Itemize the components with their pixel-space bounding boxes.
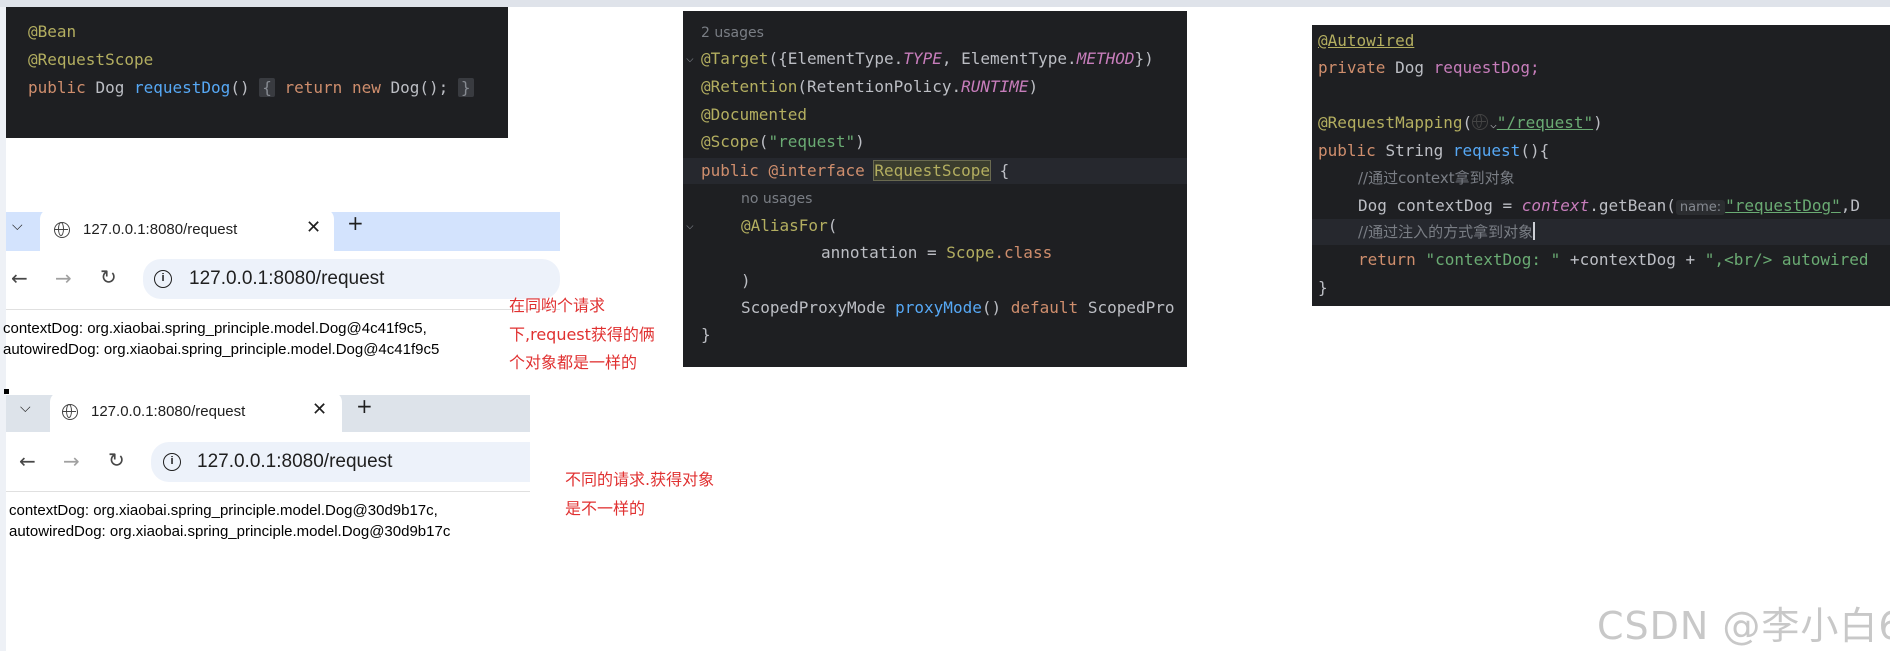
- response-line-2: autowiredDog: org.xiaobai.spring_princip…: [9, 523, 451, 540]
- marker: [4, 389, 9, 394]
- address-bar[interactable]: i 127.0.0.1:8080/request: [151, 442, 530, 482]
- fold-arrow-icon[interactable]: ⌵: [686, 218, 694, 233]
- globe-icon[interactable]: [1472, 114, 1489, 130]
- text-cursor: [1533, 222, 1536, 240]
- request-url-link[interactable]: "/request": [1497, 113, 1593, 132]
- request-dog-method[interactable]: requestDog: [134, 78, 230, 97]
- url-text[interactable]: 127.0.0.1:8080/request: [197, 451, 392, 473]
- back-icon[interactable]: ←: [11, 266, 28, 290]
- site-info-icon[interactable]: i: [163, 453, 181, 471]
- request-scope-name[interactable]: RequestScope: [873, 160, 991, 181]
- request-scope-annotation: @RequestScope: [28, 50, 154, 69]
- back-icon[interactable]: ←: [19, 449, 36, 473]
- param-name-hint: name:: [1675, 200, 1726, 215]
- new-tab-icon[interactable]: +: [356, 394, 373, 418]
- csdn-watermark: CSDN @李小白66: [1597, 604, 1890, 648]
- comment-context: //通过context拿到对象: [1358, 169, 1515, 187]
- forward-icon[interactable]: →: [63, 449, 80, 473]
- forward-icon[interactable]: →: [55, 266, 72, 290]
- no-usages-hint: no usages: [741, 191, 813, 207]
- fold-close[interactable]: }: [457, 78, 474, 97]
- controller-code-panel: @Autowired private Dog requestDog; @Requ…: [1312, 25, 1890, 306]
- reload-icon[interactable]: ↻: [108, 448, 125, 472]
- annotation-code-panel: 2 usages ⌵ @Target({ElementType.TYPE, El…: [683, 11, 1187, 367]
- new-tab-icon[interactable]: +: [347, 211, 364, 235]
- bean-annotation: @Bean: [28, 22, 77, 41]
- globe-icon: [62, 404, 78, 420]
- reload-icon[interactable]: ↻: [100, 265, 117, 289]
- tab-search-chevron-icon[interactable]: ⌵: [12, 218, 23, 234]
- browser-tab[interactable]: 127.0.0.1:8080/request ✕: [40, 209, 334, 251]
- tab-title: 127.0.0.1:8080/request: [83, 221, 238, 238]
- usages-hint[interactable]: 2 usages: [701, 23, 764, 43]
- globe-icon: [54, 222, 70, 238]
- toolbar-divider: [6, 309, 560, 310]
- toolbar-divider: [6, 491, 530, 492]
- tab-close-icon[interactable]: ✕: [312, 399, 327, 420]
- address-bar[interactable]: i 127.0.0.1:8080/request: [143, 259, 560, 299]
- fold-arrow-icon[interactable]: ⌵: [686, 51, 694, 66]
- response-line-1: contextDog: org.xiaobai.spring_principle…: [3, 320, 427, 337]
- bean-code-panel: @Bean @RequestScope public Dog requestDo…: [6, 7, 508, 138]
- fold-open[interactable]: {: [259, 78, 275, 97]
- top-border: [0, 0, 1890, 7]
- tab-search-chevron-icon[interactable]: ⌵: [20, 400, 31, 416]
- response-line-1: contextDog: org.xiaobai.spring_principle…: [9, 502, 438, 519]
- url-text[interactable]: 127.0.0.1:8080/request: [189, 268, 384, 290]
- response-line-2: autowiredDog: org.xiaobai.spring_princip…: [3, 341, 440, 358]
- comment-inject: //通过注入的方式拿到对象: [1358, 223, 1534, 241]
- bean-method-line: public Dog requestDog() { return new Dog…: [28, 78, 474, 98]
- tab-title: 127.0.0.1:8080/request: [91, 403, 246, 420]
- site-info-icon[interactable]: i: [154, 270, 172, 288]
- browser-tab[interactable]: 127.0.0.1:8080/request ✕: [50, 392, 342, 432]
- tab-close-icon[interactable]: ✕: [306, 217, 321, 238]
